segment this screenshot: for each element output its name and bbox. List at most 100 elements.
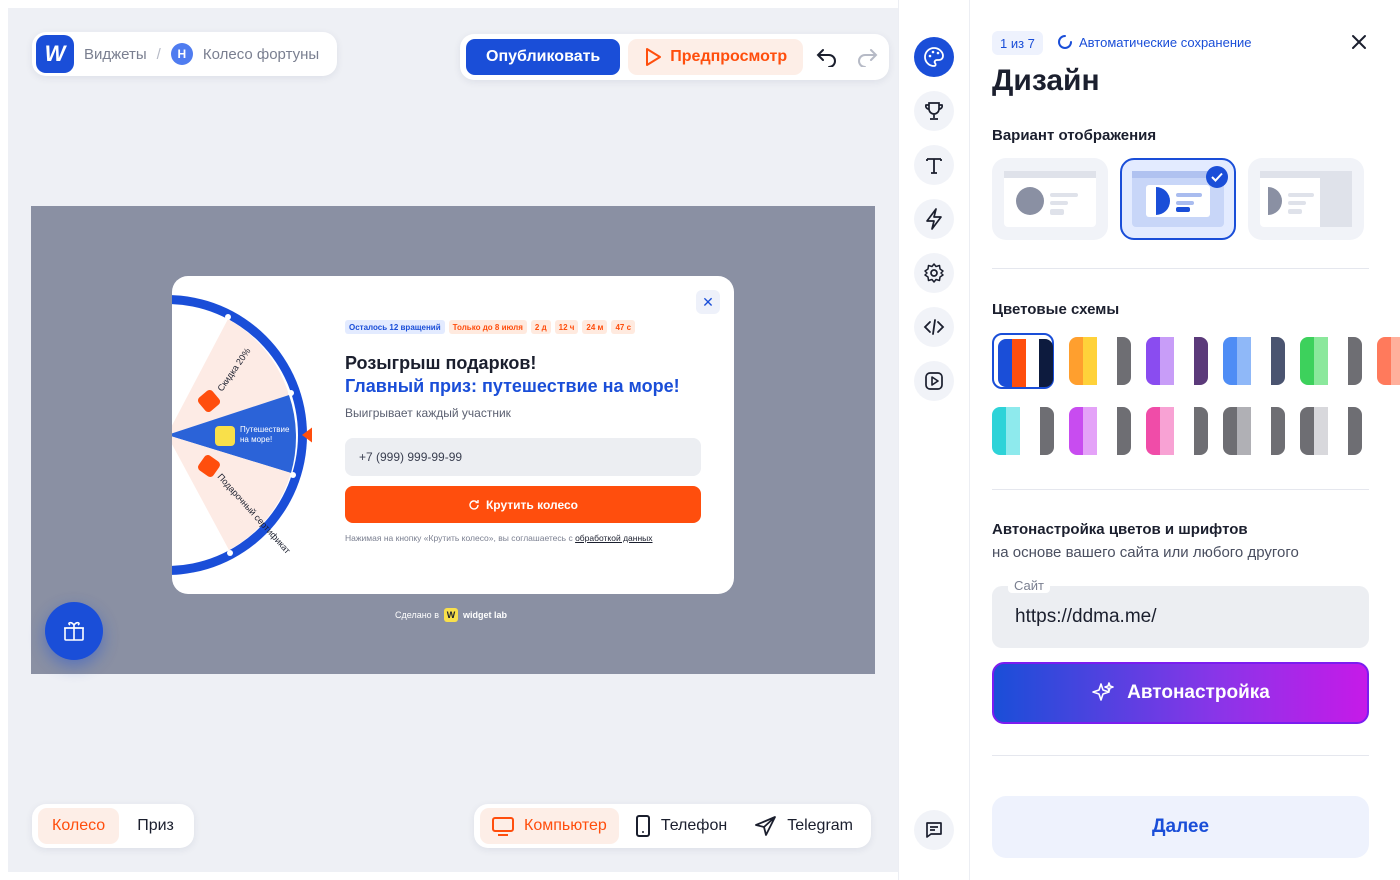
swatch-color [1012,339,1026,387]
color-scheme-swatch[interactable] [1069,333,1131,389]
display-variant-heading: Вариант отображения [992,127,1157,144]
privacy-link[interactable]: обработкой данных [575,533,652,543]
rail-triggers-button[interactable] [914,199,954,239]
site-url-value[interactable]: https://ddma.me/ [1015,606,1157,628]
site-url-field[interactable]: Сайт https://ddma.me/ [992,578,1369,648]
breadcrumb-current[interactable]: Колесо фортуны [203,46,319,63]
code-icon [923,319,945,335]
spin-label: Крутить колесо [485,497,579,512]
color-scheme-swatch[interactable] [1223,333,1285,389]
close-icon [1352,35,1366,49]
trophy-icon [924,102,944,120]
color-scheme-swatch[interactable] [992,333,1054,389]
lightning-icon [926,208,942,230]
layout-sidebar-icon [1260,171,1352,227]
color-scheme-swatch[interactable] [1223,403,1285,459]
deadline-tag: Только до 8 июля [448,320,527,334]
tab-prize[interactable]: Приз [123,808,188,844]
widgetlab-brand: widget lab [462,610,507,620]
preview-stage: Скидка 20% Путешествие на море! Подарочн… [31,206,875,674]
swatch-color [1069,407,1083,455]
rail-text-button[interactable] [914,145,954,185]
swatch-color [1377,337,1391,385]
timer-days: 2 д [530,320,551,334]
device-telegram[interactable]: Telegram [743,808,865,844]
timer-hours: 12 ч [554,320,579,334]
editor-canvas: W Виджеты / Н Колесо фортуны Опубликоват… [8,8,898,872]
play-icon [925,372,943,390]
swatch-color [1194,407,1208,455]
svg-text:на море!: на море! [240,435,272,444]
color-scheme-swatch[interactable] [1300,403,1362,459]
swatch-color [1083,407,1097,455]
rail-code-button[interactable] [914,307,954,347]
rail-design-button[interactable] [914,37,954,77]
swatch-color [1271,337,1285,385]
app-logo[interactable]: W [36,35,74,73]
widgetlab-logo: W [443,608,458,622]
panel-close-button[interactable] [1347,30,1371,54]
color-scheme-swatch[interactable] [1146,333,1208,389]
swatch-color [1039,339,1053,387]
divider [992,489,1369,490]
redo-button[interactable] [851,39,883,75]
auto-setup-heading: Автонастройка цветов и шрифтов [992,521,1248,538]
undo-button[interactable] [811,39,843,75]
made-in-badge[interactable]: Сделано в W widget lab [395,608,507,622]
auto-setup-button[interactable]: Автонастройка [992,662,1369,724]
breadcrumb: W Виджеты / Н Колесо фортуны [32,32,338,76]
fortune-wheel[interactable]: Скидка 20% Путешествие на море! Подарочн… [172,292,312,578]
breadcrumb-separator: / [156,45,161,63]
variant-popup-half[interactable] [1120,158,1236,240]
swatch-color [1160,407,1174,455]
preview-label: Предпросмотр [670,48,788,65]
gift-launcher-button[interactable] [45,602,103,660]
swatch-color [1223,337,1237,385]
swatch-color [1040,407,1054,455]
device-desktop[interactable]: Компьютер [480,808,619,844]
timer-minutes: 24 м [582,320,608,334]
preview-button[interactable]: Предпросмотр [628,39,804,75]
phone-input[interactable]: +7 (999) 999-99-99 [345,438,701,476]
popup-subtitle: Выигрывает каждый участник [345,406,511,420]
color-scheme-swatch[interactable] [1300,333,1362,389]
swatch-color [1006,407,1020,455]
swatch-color [1117,407,1131,455]
variant-popup-left[interactable] [992,158,1108,240]
divider [992,755,1369,756]
rail-settings-button[interactable] [914,253,954,293]
gear-icon [924,263,944,283]
spin-button[interactable]: Крутить колесо [345,486,701,523]
tab-wheel[interactable]: Колесо [38,808,120,844]
widget-popup: Скидка 20% Путешествие на море! Подарочн… [172,276,734,594]
play-icon [646,48,662,66]
rail-prizes-button[interactable] [914,91,954,131]
device-phone[interactable]: Телефон [623,808,739,844]
swatch-color [998,339,1012,387]
color-scheme-swatch[interactable] [992,403,1054,459]
breadcrumb-widgets[interactable]: Виджеты [84,46,147,63]
swatch-color [1314,337,1328,385]
swatch-color [1117,337,1131,385]
swatch-color [1348,337,1362,385]
variant-sidebar[interactable] [1248,158,1364,240]
publish-button[interactable]: Опубликовать [466,39,621,75]
selected-check-icon [1206,166,1228,188]
spins-left-tag: Осталось 12 вращений [345,320,445,334]
layout-popup-icon [1004,171,1096,227]
auto-setup-subtitle: на основе вашего сайта или любого другог… [992,544,1299,561]
phone-icon [635,815,650,837]
swatch-color [1237,407,1251,455]
divider [992,268,1369,269]
rail-chat-button[interactable] [914,810,954,850]
color-scheme-swatch[interactable] [1069,403,1131,459]
next-button[interactable]: Далее [992,796,1369,858]
color-scheme-swatch[interactable] [1146,403,1208,459]
panel-title: Дизайн [992,64,1100,97]
rail-video-button[interactable] [914,361,954,401]
text-icon [926,158,942,174]
popup-close-button[interactable]: ✕ [696,290,720,314]
color-scheme-swatch[interactable] [1377,333,1400,389]
swatch-color [1223,407,1237,455]
device-switcher: Компьютер Телефон Telegram [474,804,871,848]
